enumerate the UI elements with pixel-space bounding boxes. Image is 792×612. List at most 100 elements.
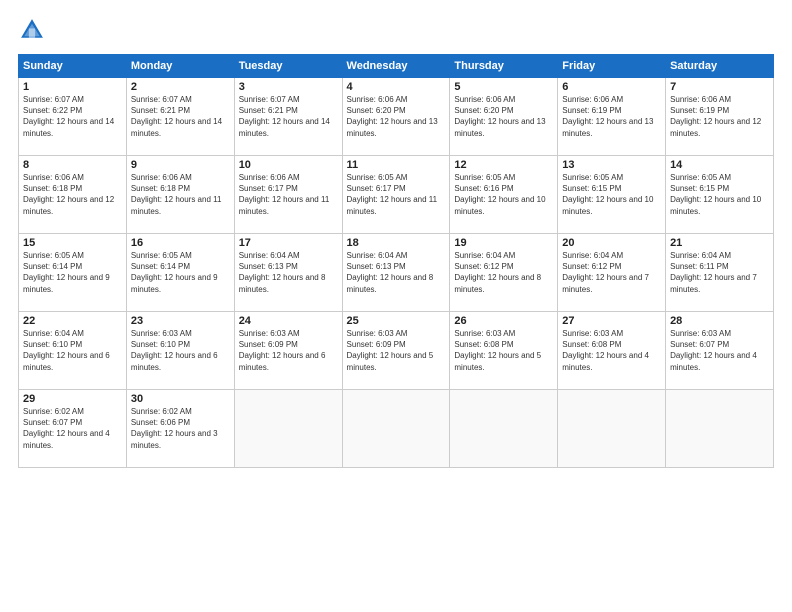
day-number: 16	[131, 237, 230, 249]
day-info: Sunrise: 6:05 AMSunset: 6:15 PMDaylight:…	[670, 173, 761, 216]
calendar-cell: 21 Sunrise: 6:04 AMSunset: 6:11 PMDaylig…	[666, 234, 774, 312]
day-info: Sunrise: 6:05 AMSunset: 6:17 PMDaylight:…	[347, 173, 438, 216]
calendar-cell: 11 Sunrise: 6:05 AMSunset: 6:17 PMDaylig…	[342, 156, 450, 234]
day-info: Sunrise: 6:04 AMSunset: 6:10 PMDaylight:…	[23, 329, 110, 372]
day-number: 14	[670, 159, 769, 171]
logo	[18, 16, 50, 44]
logo-icon	[18, 16, 46, 44]
calendar-cell: 25 Sunrise: 6:03 AMSunset: 6:09 PMDaylig…	[342, 312, 450, 390]
day-number: 21	[670, 237, 769, 249]
day-info: Sunrise: 6:02 AMSunset: 6:07 PMDaylight:…	[23, 407, 110, 450]
weekday-header-sunday: Sunday	[19, 55, 127, 78]
day-number: 11	[347, 159, 446, 171]
calendar-cell: 17 Sunrise: 6:04 AMSunset: 6:13 PMDaylig…	[234, 234, 342, 312]
day-number: 19	[454, 237, 553, 249]
calendar-week-3: 15 Sunrise: 6:05 AMSunset: 6:14 PMDaylig…	[19, 234, 774, 312]
header	[18, 16, 774, 44]
calendar-cell: 8 Sunrise: 6:06 AMSunset: 6:18 PMDayligh…	[19, 156, 127, 234]
calendar-cell: 27 Sunrise: 6:03 AMSunset: 6:08 PMDaylig…	[558, 312, 666, 390]
day-info: Sunrise: 6:07 AMSunset: 6:21 PMDaylight:…	[239, 95, 330, 138]
day-info: Sunrise: 6:04 AMSunset: 6:13 PMDaylight:…	[347, 251, 434, 294]
day-number: 3	[239, 81, 338, 93]
day-number: 20	[562, 237, 661, 249]
calendar-cell: 9 Sunrise: 6:06 AMSunset: 6:18 PMDayligh…	[126, 156, 234, 234]
day-number: 12	[454, 159, 553, 171]
calendar-cell	[234, 390, 342, 468]
day-number: 9	[131, 159, 230, 171]
day-number: 28	[670, 315, 769, 327]
day-info: Sunrise: 6:03 AMSunset: 6:09 PMDaylight:…	[347, 329, 434, 372]
calendar-cell: 12 Sunrise: 6:05 AMSunset: 6:16 PMDaylig…	[450, 156, 558, 234]
day-number: 17	[239, 237, 338, 249]
day-info: Sunrise: 6:03 AMSunset: 6:08 PMDaylight:…	[454, 329, 541, 372]
calendar-cell: 13 Sunrise: 6:05 AMSunset: 6:15 PMDaylig…	[558, 156, 666, 234]
day-info: Sunrise: 6:04 AMSunset: 6:13 PMDaylight:…	[239, 251, 326, 294]
calendar-cell: 2 Sunrise: 6:07 AMSunset: 6:21 PMDayligh…	[126, 78, 234, 156]
day-number: 30	[131, 393, 230, 405]
calendar-week-5: 29 Sunrise: 6:02 AMSunset: 6:07 PMDaylig…	[19, 390, 774, 468]
day-info: Sunrise: 6:06 AMSunset: 6:20 PMDaylight:…	[454, 95, 545, 138]
calendar-cell: 20 Sunrise: 6:04 AMSunset: 6:12 PMDaylig…	[558, 234, 666, 312]
weekday-header-wednesday: Wednesday	[342, 55, 450, 78]
day-info: Sunrise: 6:06 AMSunset: 6:17 PMDaylight:…	[239, 173, 330, 216]
day-number: 8	[23, 159, 122, 171]
calendar-cell: 23 Sunrise: 6:03 AMSunset: 6:10 PMDaylig…	[126, 312, 234, 390]
calendar-cell: 10 Sunrise: 6:06 AMSunset: 6:17 PMDaylig…	[234, 156, 342, 234]
day-number: 18	[347, 237, 446, 249]
day-number: 5	[454, 81, 553, 93]
calendar-cell: 7 Sunrise: 6:06 AMSunset: 6:19 PMDayligh…	[666, 78, 774, 156]
day-info: Sunrise: 6:06 AMSunset: 6:18 PMDaylight:…	[131, 173, 222, 216]
day-info: Sunrise: 6:04 AMSunset: 6:12 PMDaylight:…	[454, 251, 541, 294]
day-number: 7	[670, 81, 769, 93]
calendar-cell	[666, 390, 774, 468]
day-number: 27	[562, 315, 661, 327]
day-info: Sunrise: 6:06 AMSunset: 6:18 PMDaylight:…	[23, 173, 114, 216]
day-info: Sunrise: 6:03 AMSunset: 6:07 PMDaylight:…	[670, 329, 757, 372]
calendar-cell: 16 Sunrise: 6:05 AMSunset: 6:14 PMDaylig…	[126, 234, 234, 312]
weekday-header-thursday: Thursday	[450, 55, 558, 78]
day-number: 29	[23, 393, 122, 405]
calendar-week-1: 1 Sunrise: 6:07 AMSunset: 6:22 PMDayligh…	[19, 78, 774, 156]
calendar-cell: 6 Sunrise: 6:06 AMSunset: 6:19 PMDayligh…	[558, 78, 666, 156]
day-number: 13	[562, 159, 661, 171]
day-info: Sunrise: 6:07 AMSunset: 6:21 PMDaylight:…	[131, 95, 222, 138]
calendar-body: 1 Sunrise: 6:07 AMSunset: 6:22 PMDayligh…	[19, 78, 774, 468]
calendar-cell: 4 Sunrise: 6:06 AMSunset: 6:20 PMDayligh…	[342, 78, 450, 156]
day-number: 15	[23, 237, 122, 249]
calendar-cell: 29 Sunrise: 6:02 AMSunset: 6:07 PMDaylig…	[19, 390, 127, 468]
calendar-cell: 28 Sunrise: 6:03 AMSunset: 6:07 PMDaylig…	[666, 312, 774, 390]
calendar-cell	[558, 390, 666, 468]
day-info: Sunrise: 6:04 AMSunset: 6:12 PMDaylight:…	[562, 251, 649, 294]
calendar-cell: 15 Sunrise: 6:05 AMSunset: 6:14 PMDaylig…	[19, 234, 127, 312]
calendar-week-2: 8 Sunrise: 6:06 AMSunset: 6:18 PMDayligh…	[19, 156, 774, 234]
day-number: 6	[562, 81, 661, 93]
day-number: 2	[131, 81, 230, 93]
day-info: Sunrise: 6:06 AMSunset: 6:19 PMDaylight:…	[562, 95, 653, 138]
calendar-cell: 24 Sunrise: 6:03 AMSunset: 6:09 PMDaylig…	[234, 312, 342, 390]
day-number: 22	[23, 315, 122, 327]
weekday-header-tuesday: Tuesday	[234, 55, 342, 78]
calendar-cell: 26 Sunrise: 6:03 AMSunset: 6:08 PMDaylig…	[450, 312, 558, 390]
day-info: Sunrise: 6:03 AMSunset: 6:09 PMDaylight:…	[239, 329, 326, 372]
calendar-week-4: 22 Sunrise: 6:04 AMSunset: 6:10 PMDaylig…	[19, 312, 774, 390]
weekday-header-saturday: Saturday	[666, 55, 774, 78]
day-number: 10	[239, 159, 338, 171]
day-info: Sunrise: 6:02 AMSunset: 6:06 PMDaylight:…	[131, 407, 218, 450]
calendar-table: SundayMondayTuesdayWednesdayThursdayFrid…	[18, 54, 774, 468]
day-info: Sunrise: 6:03 AMSunset: 6:08 PMDaylight:…	[562, 329, 649, 372]
day-info: Sunrise: 6:06 AMSunset: 6:19 PMDaylight:…	[670, 95, 761, 138]
calendar-cell	[342, 390, 450, 468]
weekday-header-monday: Monday	[126, 55, 234, 78]
day-info: Sunrise: 6:05 AMSunset: 6:14 PMDaylight:…	[131, 251, 218, 294]
day-info: Sunrise: 6:05 AMSunset: 6:14 PMDaylight:…	[23, 251, 110, 294]
calendar-header-row: SundayMondayTuesdayWednesdayThursdayFrid…	[19, 55, 774, 78]
day-number: 1	[23, 81, 122, 93]
calendar-cell: 3 Sunrise: 6:07 AMSunset: 6:21 PMDayligh…	[234, 78, 342, 156]
calendar-cell	[450, 390, 558, 468]
calendar-cell: 1 Sunrise: 6:07 AMSunset: 6:22 PMDayligh…	[19, 78, 127, 156]
day-info: Sunrise: 6:07 AMSunset: 6:22 PMDaylight:…	[23, 95, 114, 138]
calendar-cell: 18 Sunrise: 6:04 AMSunset: 6:13 PMDaylig…	[342, 234, 450, 312]
calendar-cell: 5 Sunrise: 6:06 AMSunset: 6:20 PMDayligh…	[450, 78, 558, 156]
day-number: 24	[239, 315, 338, 327]
day-number: 4	[347, 81, 446, 93]
